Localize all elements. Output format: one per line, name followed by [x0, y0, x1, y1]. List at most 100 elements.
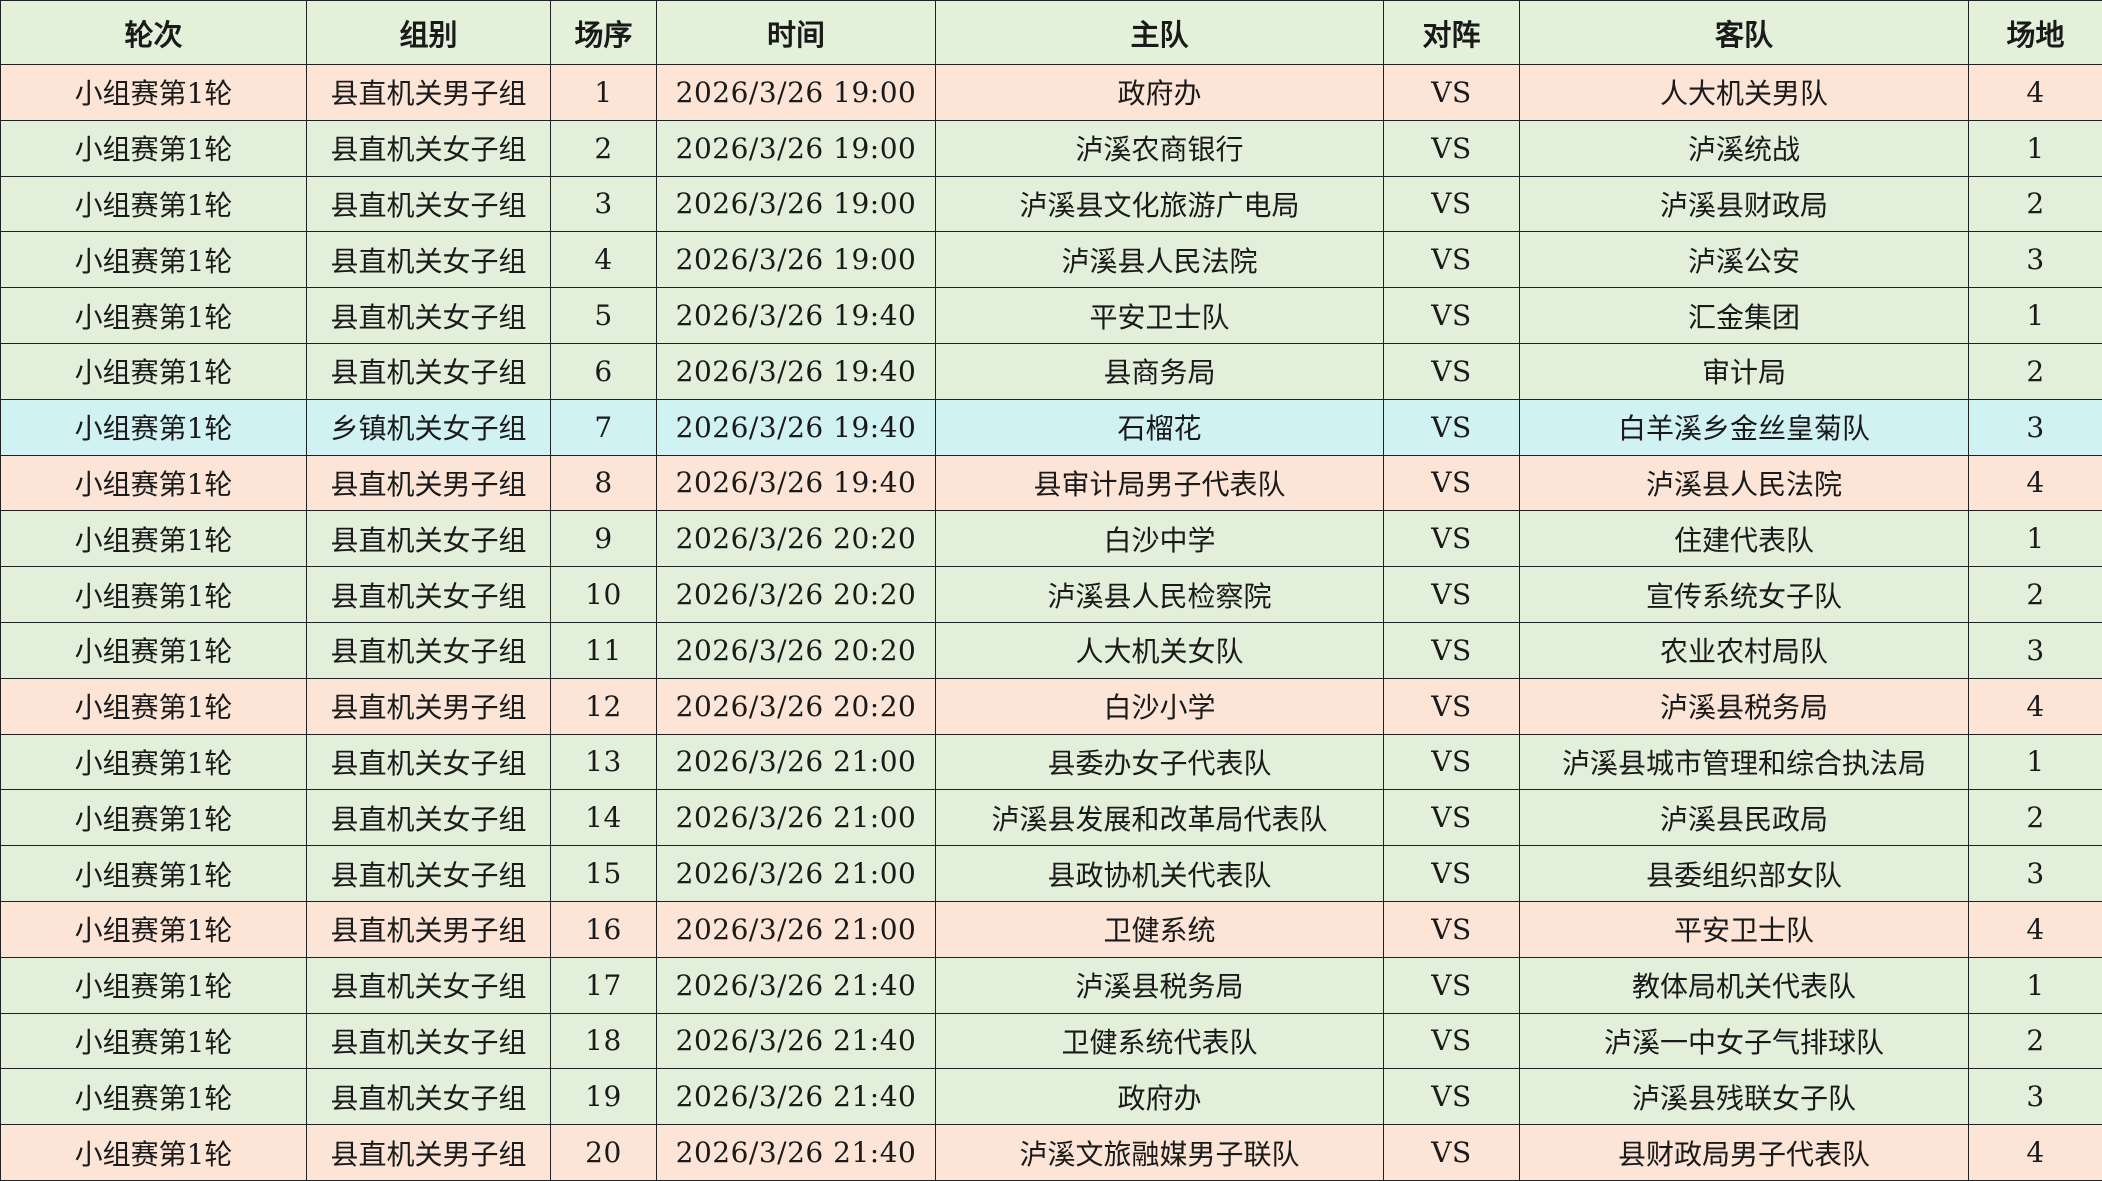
sequence-cell: 11	[551, 622, 657, 678]
header-away-team: 客队	[1520, 1, 1969, 65]
sequence-cell: 6	[551, 343, 657, 399]
away-team-cell: 泸溪县税务局	[1520, 678, 1969, 734]
venue-cell: 4	[1969, 678, 2102, 734]
sequence-cell: 2	[551, 120, 657, 176]
matchup-cell: VS	[1384, 901, 1520, 957]
group-cell: 县直机关男子组	[307, 1125, 551, 1181]
group-cell: 县直机关女子组	[307, 1013, 551, 1069]
round-cell: 小组赛第1轮	[1, 511, 307, 567]
header-home-team: 主队	[936, 1, 1384, 65]
group-cell: 县直机关女子组	[307, 957, 551, 1013]
header-group: 组别	[307, 1, 551, 65]
time-cell: 2026/3/26 21:40	[657, 1013, 936, 1069]
table-row: 小组赛第1轮 县直机关男子组 1 2026/3/26 19:00 政府办 VS …	[1, 65, 2102, 121]
table-row: 小组赛第1轮 县直机关女子组 2 2026/3/26 19:00 泸溪农商银行 …	[1, 120, 2102, 176]
venue-cell: 2	[1969, 176, 2102, 232]
home-team-cell: 泸溪县文化旅游广电局	[936, 176, 1384, 232]
sequence-cell: 13	[551, 734, 657, 790]
group-cell: 县直机关女子组	[307, 567, 551, 623]
sequence-cell: 18	[551, 1013, 657, 1069]
sequence-cell: 16	[551, 901, 657, 957]
away-team-cell: 教体局机关代表队	[1520, 957, 1969, 1013]
venue-cell: 2	[1969, 567, 2102, 623]
home-team-cell: 泸溪县税务局	[936, 957, 1384, 1013]
table-row: 小组赛第1轮 县直机关女子组 4 2026/3/26 19:00 泸溪县人民法院…	[1, 232, 2102, 288]
venue-cell: 1	[1969, 288, 2102, 344]
round-cell: 小组赛第1轮	[1, 790, 307, 846]
away-team-cell: 泸溪统战	[1520, 120, 1969, 176]
sequence-cell: 5	[551, 288, 657, 344]
time-cell: 2026/3/26 19:00	[657, 65, 936, 121]
header-sequence: 场序	[551, 1, 657, 65]
round-cell: 小组赛第1轮	[1, 288, 307, 344]
group-cell: 县直机关女子组	[307, 734, 551, 790]
table-row: 小组赛第1轮 县直机关女子组 19 2026/3/26 21:40 政府办 VS…	[1, 1069, 2102, 1125]
table-row: 小组赛第1轮 县直机关女子组 5 2026/3/26 19:40 平安卫士队 V…	[1, 288, 2102, 344]
away-team-cell: 县委组织部女队	[1520, 846, 1969, 902]
sequence-cell: 15	[551, 846, 657, 902]
home-team-cell: 白沙小学	[936, 678, 1384, 734]
time-cell: 2026/3/26 19:00	[657, 120, 936, 176]
group-cell: 县直机关女子组	[307, 511, 551, 567]
matchup-cell: VS	[1384, 455, 1520, 511]
time-cell: 2026/3/26 20:20	[657, 511, 936, 567]
round-cell: 小组赛第1轮	[1, 120, 307, 176]
sequence-cell: 20	[551, 1125, 657, 1181]
group-cell: 乡镇机关女子组	[307, 399, 551, 455]
round-cell: 小组赛第1轮	[1, 1125, 307, 1181]
venue-cell: 1	[1969, 957, 2102, 1013]
time-cell: 2026/3/26 19:40	[657, 288, 936, 344]
venue-cell: 4	[1969, 1125, 2102, 1181]
home-team-cell: 泸溪县人民法院	[936, 232, 1384, 288]
time-cell: 2026/3/26 21:00	[657, 790, 936, 846]
group-cell: 县直机关男子组	[307, 65, 551, 121]
time-cell: 2026/3/26 21:40	[657, 957, 936, 1013]
home-team-cell: 政府办	[936, 1069, 1384, 1125]
matchup-cell: VS	[1384, 120, 1520, 176]
header-matchup: 对阵	[1384, 1, 1520, 65]
home-team-cell: 卫健系统代表队	[936, 1013, 1384, 1069]
table-row: 小组赛第1轮 县直机关男子组 8 2026/3/26 19:40 县审计局男子代…	[1, 455, 2102, 511]
away-team-cell: 县财政局男子代表队	[1520, 1125, 1969, 1181]
away-team-cell: 泸溪县人民法院	[1520, 455, 1969, 511]
away-team-cell: 泸溪公安	[1520, 232, 1969, 288]
round-cell: 小组赛第1轮	[1, 455, 307, 511]
round-cell: 小组赛第1轮	[1, 957, 307, 1013]
group-cell: 县直机关女子组	[307, 790, 551, 846]
sequence-cell: 12	[551, 678, 657, 734]
venue-cell: 4	[1969, 455, 2102, 511]
away-team-cell: 泸溪县财政局	[1520, 176, 1969, 232]
sequence-cell: 10	[551, 567, 657, 623]
round-cell: 小组赛第1轮	[1, 1013, 307, 1069]
matchup-cell: VS	[1384, 846, 1520, 902]
sequence-cell: 7	[551, 399, 657, 455]
time-cell: 2026/3/26 21:40	[657, 1125, 936, 1181]
header-time: 时间	[657, 1, 936, 65]
venue-cell: 4	[1969, 65, 2102, 121]
sequence-cell: 3	[551, 176, 657, 232]
sequence-cell: 17	[551, 957, 657, 1013]
table-body: 小组赛第1轮 县直机关男子组 1 2026/3/26 19:00 政府办 VS …	[1, 65, 2102, 1181]
matchup-cell: VS	[1384, 232, 1520, 288]
table-row: 小组赛第1轮 县直机关女子组 13 2026/3/26 21:00 县委办女子代…	[1, 734, 2102, 790]
header-row: 轮次 组别 场序 时间 主队 对阵 客队 场地	[1, 1, 2102, 65]
round-cell: 小组赛第1轮	[1, 622, 307, 678]
matchup-cell: VS	[1384, 65, 1520, 121]
home-team-cell: 平安卫士队	[936, 288, 1384, 344]
table-row: 小组赛第1轮 县直机关女子组 10 2026/3/26 20:20 泸溪县人民检…	[1, 567, 2102, 623]
away-team-cell: 宣传系统女子队	[1520, 567, 1969, 623]
sequence-cell: 8	[551, 455, 657, 511]
time-cell: 2026/3/26 20:20	[657, 567, 936, 623]
round-cell: 小组赛第1轮	[1, 734, 307, 790]
venue-cell: 2	[1969, 790, 2102, 846]
match-schedule-table: 轮次 组别 场序 时间 主队 对阵 客队 场地 小组赛第1轮 县直机关男子组 1…	[0, 0, 2102, 1181]
group-cell: 县直机关男子组	[307, 901, 551, 957]
matchup-cell: VS	[1384, 1013, 1520, 1069]
group-cell: 县直机关男子组	[307, 678, 551, 734]
time-cell: 2026/3/26 21:00	[657, 846, 936, 902]
venue-cell: 3	[1969, 622, 2102, 678]
sequence-cell: 19	[551, 1069, 657, 1125]
group-cell: 县直机关女子组	[307, 846, 551, 902]
away-team-cell: 汇金集团	[1520, 288, 1969, 344]
venue-cell: 1	[1969, 120, 2102, 176]
